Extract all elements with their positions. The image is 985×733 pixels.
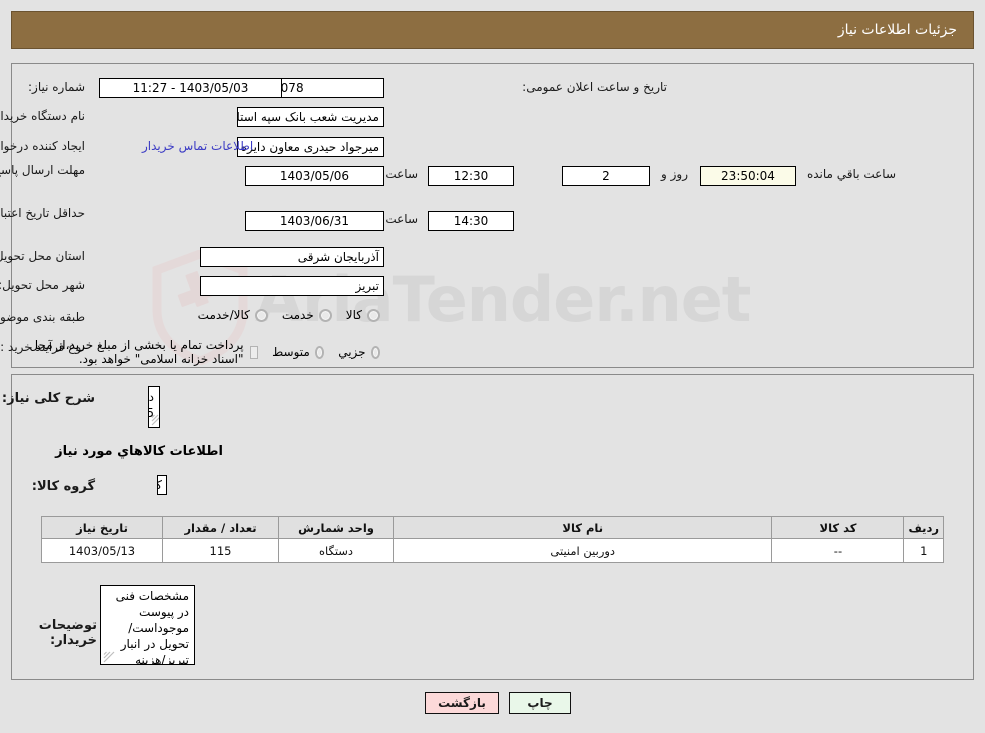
response-deadline-date: 1403/05/06 xyxy=(245,166,384,186)
response-deadline-row: مهلت ارسال پاسخ: تا تاریخ: xyxy=(0,163,85,178)
subject-classification-label: طبقه بندی موضوعی: xyxy=(0,310,85,324)
price-validity-time-label: ساعت xyxy=(385,212,418,226)
radio-motevaset[interactable] xyxy=(314,345,325,359)
response-deadline-label: مهلت ارسال پاسخ: تا تاریخ: xyxy=(0,163,85,177)
goods-group-label: گروه کالا: xyxy=(31,479,95,494)
announce-datetime-row: تاریخ و ساعت اعلان عمومی: xyxy=(522,80,667,94)
subject-classification-row: طبقه بندی موضوعی: xyxy=(0,310,85,324)
radio-khedmat[interactable] xyxy=(318,308,332,322)
response-deadline-days: 2 xyxy=(562,166,650,186)
buyer-notes-label: توضیحات خریدار: xyxy=(38,618,97,648)
radio-jozei[interactable] xyxy=(370,345,380,359)
request-creator-row: ایجاد کننده درخواست: xyxy=(0,139,85,153)
buyer-org-row: نام دستگاه خریدار: xyxy=(0,109,85,123)
back-button[interactable]: بازگشت xyxy=(425,692,499,714)
page-root: AriaTender.net جزئیات اطلاعات نیاز شماره… xyxy=(0,0,985,733)
request-creator-value: میرجواد حیدری معاون دایره پشتیبانی و خدم… xyxy=(237,137,384,157)
need-number-label: شماره نیاز: xyxy=(28,80,85,94)
delivery-city-value: تبریز xyxy=(200,276,384,296)
radio-kala[interactable] xyxy=(367,308,380,322)
radio-jozei-label: جزیي xyxy=(338,345,366,359)
request-creator-label: ایجاد کننده درخواست: xyxy=(0,139,85,153)
page-title-bar: جزئیات اطلاعات نیاز xyxy=(11,11,974,49)
announce-datetime-label: تاریخ و ساعت اعلان عمومی: xyxy=(522,80,667,94)
delivery-province-row: استان محل تحویل: xyxy=(0,249,85,263)
radio-kala-label: کالا xyxy=(345,308,362,322)
delivery-city-row: شهر محل تحویل: xyxy=(0,278,85,292)
page-title: جزئیات اطلاعات نیاز xyxy=(837,22,957,38)
announce-datetime-value: 1403/05/03 - 11:27 xyxy=(99,78,282,98)
purchase-process-options: جزیي متوسط پرداخت تمام یا بخشی از مبلغ خ… xyxy=(0,338,380,366)
price-validity-label: حداقل تاریخ اعتبار قیمت: تا تاریخ: xyxy=(0,206,85,220)
price-validity-row: حداقل تاریخ اعتبار قیمت: تا تاریخ: xyxy=(0,206,85,221)
treasury-bond-note: پرداخت تمام یا بخشی از مبلغ خرید،از محل … xyxy=(29,338,244,366)
response-deadline-time: 12:30 xyxy=(428,166,514,186)
price-validity-date: 1403/06/31 xyxy=(245,211,384,231)
delivery-city-label: شهر محل تحویل: xyxy=(0,278,85,292)
buyer-notes-value: مشخصات فنی در پیوست موجوداست/تحویل در ان… xyxy=(115,589,189,665)
goods-section-title: اطلاعات کالاهاي مورد نیاز xyxy=(55,444,223,459)
resize-grip-icon-notes[interactable] xyxy=(103,651,115,663)
response-deadline-time-label: ساعت xyxy=(385,167,418,181)
price-validity-time: 14:30 xyxy=(428,211,514,231)
buyer-org-label: نام دستگاه خریدار: xyxy=(0,109,85,123)
buyer-notes-textarea[interactable]: مشخصات فنی در پیوست موجوداست/تحویل در ان… xyxy=(100,585,195,665)
response-deadline-countdown: 23:50:04 xyxy=(700,166,796,186)
need-summary-textarea[interactable]: دوربین 5 مگا پیکسل xyxy=(148,386,160,428)
radio-khedmat-label: خدمت xyxy=(281,308,314,322)
response-deadline-days-label: روز و xyxy=(661,167,688,181)
delivery-province-label: استان محل تحویل: xyxy=(0,249,85,263)
goods-group-value: کامپیوتر و فناوری اطلاعات-سخت افزار xyxy=(157,475,167,495)
buyer-contact-link[interactable]: اطلاعات تماس خریدار xyxy=(142,139,253,153)
need-number-row: شماره نیاز: xyxy=(28,80,85,94)
buyer-org-value: مدیریت شعب بانک سپه استان آذربایجان شرقی xyxy=(237,107,384,127)
need-summary-label: شرح کلی نیاز: xyxy=(1,391,95,406)
subject-classification-options: کالا خدمت کالا/خدمت xyxy=(184,308,380,322)
treasury-bond-checkbox[interactable] xyxy=(249,345,259,359)
response-deadline-countdown-label: ساعت باقي مانده xyxy=(806,167,896,181)
radio-kala-khedmat[interactable] xyxy=(254,308,268,322)
radio-motevaset-label: متوسط xyxy=(272,345,310,359)
print-button[interactable]: چاپ xyxy=(509,692,571,714)
resize-grip-icon[interactable] xyxy=(151,414,160,426)
delivery-province-value: آذربایجان شرقی xyxy=(200,247,384,267)
radio-kala-khedmat-label: کالا/خدمت xyxy=(197,308,250,322)
